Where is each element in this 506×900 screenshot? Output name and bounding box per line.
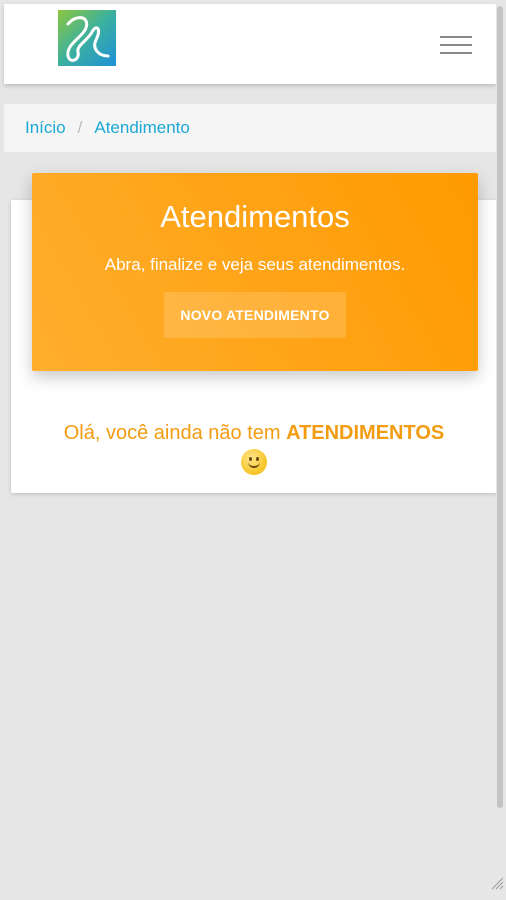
- brand-logo[interactable]: [58, 10, 116, 66]
- page: Início / Atendimento Atendimentos Abra, …: [0, 0, 506, 900]
- empty-state-message: Olá, você ainda não tem ATENDIMENTOS: [11, 420, 497, 475]
- hamburger-menu-icon[interactable]: [438, 32, 474, 58]
- hero-banner: Atendimentos Abra, finalize e veja seus …: [32, 173, 478, 371]
- breadcrumb: Início / Atendimento: [4, 104, 496, 152]
- smiley-icon: [241, 449, 267, 475]
- empty-state-text: Olá, você ainda não tem: [63, 422, 287, 444]
- breadcrumb-separator: /: [77, 118, 83, 137]
- top-navbar: [4, 4, 496, 84]
- breadcrumb-current-link[interactable]: Atendimento: [94, 118, 189, 138]
- empty-state-highlight: ATENDIMENTOS: [286, 422, 445, 444]
- page-subtitle: Abra, finalize e veja seus atendimentos.: [104, 255, 406, 274]
- resize-grip-icon[interactable]: [488, 874, 504, 890]
- scrollbar-thumb[interactable]: [497, 6, 503, 808]
- new-ticket-button[interactable]: NOVO ATENDIMENTO: [164, 292, 346, 338]
- page-title: Atendimentos: [160, 199, 350, 234]
- breadcrumb-home-link[interactable]: Início: [25, 118, 66, 138]
